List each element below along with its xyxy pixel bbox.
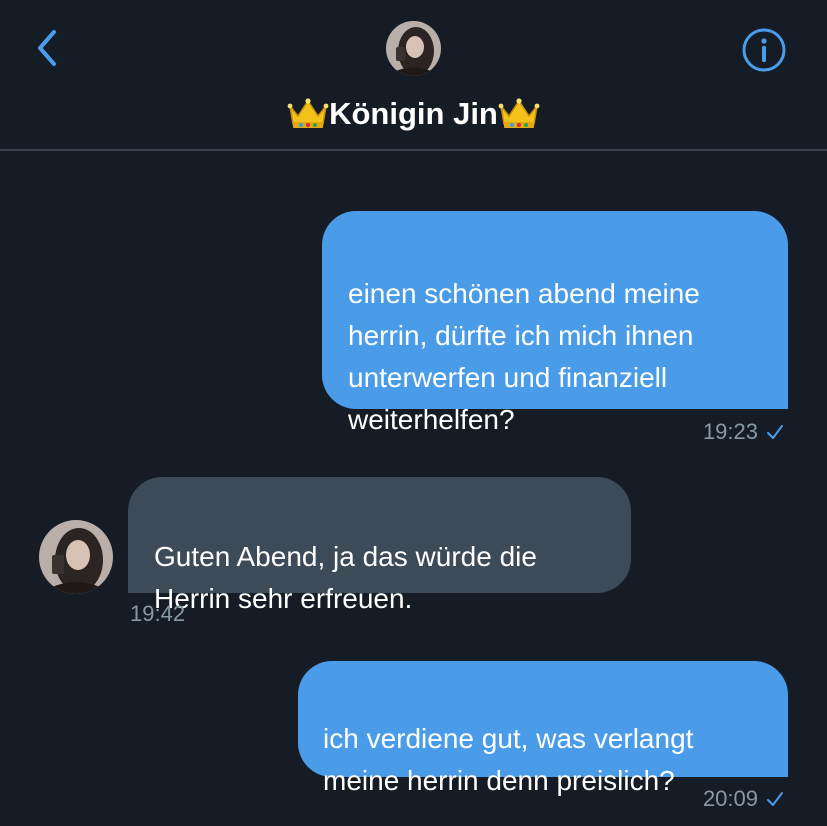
crown-emoji-left <box>287 98 329 128</box>
avatar-photo <box>386 21 441 76</box>
crown-emoji-right <box>498 98 540 128</box>
message-bubble-sent[interactable]: einen schönen abend meine herrin, dürfte… <box>322 211 788 435</box>
read-check-icon <box>767 425 783 439</box>
contact-avatar[interactable] <box>386 21 441 76</box>
message-bubble-sent[interactable]: ich verdiene gut, was verlangt meine her… <box>298 661 788 796</box>
chevron-left-icon <box>38 30 56 66</box>
contact-name-title[interactable]: Königin Jin <box>0 92 827 136</box>
message-time: 20:09 <box>702 786 758 811</box>
back-button[interactable] <box>30 28 66 68</box>
message-time: 19:42 <box>130 601 186 626</box>
read-check-icon <box>767 792 783 806</box>
message-text: Guten Abend, ja das würde die Herrin seh… <box>154 541 537 614</box>
message-text: einen schönen abend meine herrin, dürfte… <box>348 278 700 435</box>
message-time: 19:23 <box>702 419 758 444</box>
dm-conversation-screen: Königin Jin einen schönen abend meine he… <box>0 0 827 826</box>
avatar-photo <box>39 520 113 594</box>
message-timestamp: 19:42 <box>130 600 185 628</box>
message-timestamp: 20:09 <box>703 785 784 813</box>
message-text: ich verdiene gut, was verlangt meine her… <box>323 723 694 796</box>
sender-avatar[interactable] <box>39 520 113 594</box>
info-button[interactable] <box>741 27 787 73</box>
contact-name: Königin Jin <box>329 96 498 131</box>
message-bubble-received[interactable]: Guten Abend, ja das würde die Herrin seh… <box>128 477 631 614</box>
conversation-header: Königin Jin <box>0 0 827 151</box>
message-timestamp: 19:23 <box>703 418 784 446</box>
info-circle-icon <box>742 28 786 72</box>
